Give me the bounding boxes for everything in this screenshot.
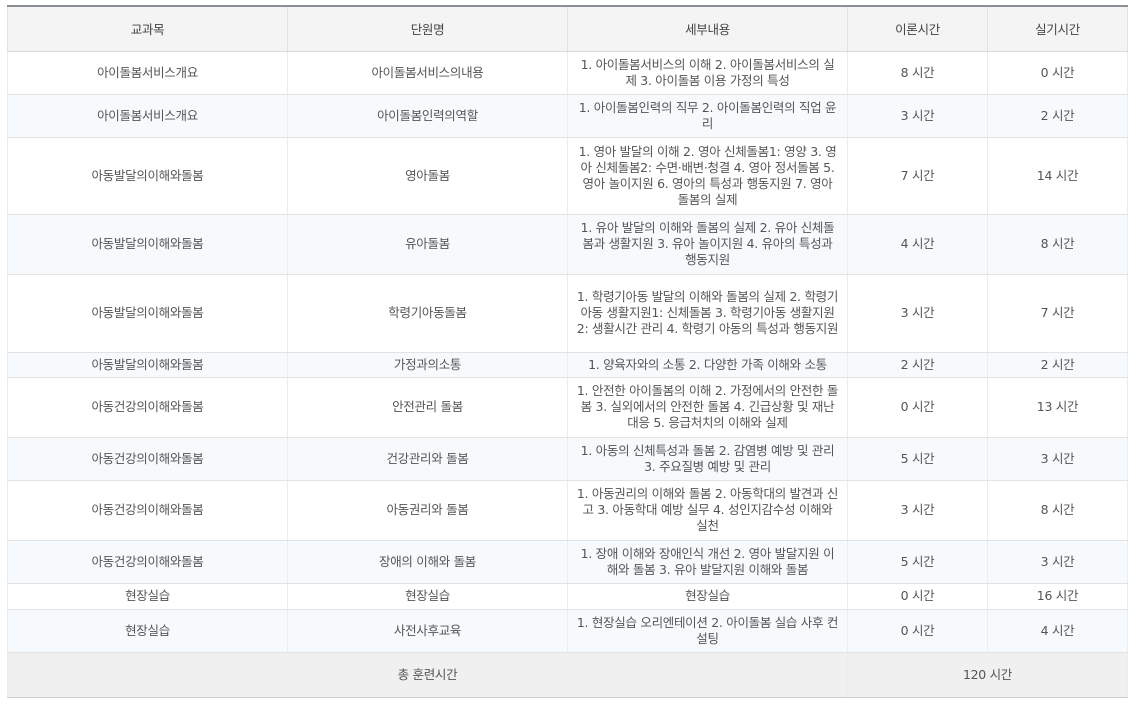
cell-subject: 아동발달의이해와돌봄 — [7, 214, 288, 275]
table-row: 현장실습 현장실습 현장실습 0 시간 16 시간 — [7, 583, 1128, 610]
table-row: 아동발달의이해와돌봄 가정과의소통 1. 양육자와의 소통 2. 다양한 가족 … — [7, 352, 1128, 378]
cell-subject: 아동건강의이해와돌봄 — [7, 540, 288, 584]
cell-detail: 1. 장애 이해와 장애인식 개선 2. 영아 발달지원 이해와 돌봄 3. 유… — [567, 540, 848, 584]
cell-practice-hours: 2 시간 — [987, 94, 1128, 138]
cell-theory-hours: 7 시간 — [847, 137, 988, 215]
cell-theory-hours: 3 시간 — [847, 480, 988, 541]
cell-theory-hours: 3 시간 — [847, 94, 988, 138]
cell-unit: 가정과의소통 — [287, 352, 568, 378]
table-row: 아동발달의이해와돌봄 유아돌봄 1. 유아 발달의 이해와 돌봄의 실제 2. … — [7, 214, 1128, 275]
table-row: 아동건강의이해와돌봄 건강관리와 돌봄 1. 아동의 신체특성과 돌봄 2. 감… — [7, 437, 1128, 481]
cell-detail: 1. 아동의 신체특성과 돌봄 2. 감염병 예방 및 관리 3. 주요질병 예… — [567, 437, 848, 481]
cell-detail: 1. 안전한 아이돌봄의 이해 2. 가정에서의 안전한 돌봄 3. 실외에서의… — [567, 377, 848, 438]
total-hours: 120 시간 — [847, 652, 1128, 698]
cell-unit: 학령기아동돌봄 — [287, 274, 568, 353]
cell-practice-hours: 16 시간 — [987, 583, 1128, 610]
cell-unit: 영아돌봄 — [287, 137, 568, 215]
cell-detail: 1. 학령기아동 발달의 이해와 돌봄의 실제 2. 학령기아동 생활지원1: … — [567, 274, 848, 353]
cell-theory-hours: 4 시간 — [847, 214, 988, 275]
cell-subject: 아동발달의이해와돌봄 — [7, 137, 288, 215]
cell-theory-hours: 0 시간 — [847, 583, 988, 610]
cell-practice-hours: 3 시간 — [987, 540, 1128, 584]
cell-theory-hours: 3 시간 — [847, 274, 988, 353]
table-row: 아동건강의이해와돌봄 장애의 이해와 돌봄 1. 장애 이해와 장애인식 개선 … — [7, 540, 1128, 584]
curriculum-table: 교과목 단원명 세부내용 이론시간 실기시간 아이돌봄서비스개요 아이돌봄서비스… — [7, 5, 1128, 698]
cell-subject: 현장실습 — [7, 583, 288, 610]
header-theory-hours: 이론시간 — [847, 5, 988, 52]
cell-unit: 아이돌봄인력의역할 — [287, 94, 568, 138]
cell-detail: 1. 아이돌봄인력의 직무 2. 아이돌봄인력의 직업 윤리 — [567, 94, 848, 138]
table-row: 아이돌봄서비스개요 아이돌봄인력의역할 1. 아이돌봄인력의 직무 2. 아이돌… — [7, 94, 1128, 138]
header-practice-hours: 실기시간 — [987, 5, 1128, 52]
cell-detail: 1. 현장실습 오리엔테이션 2. 아이돌봄 실습 사후 컨설팅 — [567, 609, 848, 653]
cell-subject: 아동건강의이해와돌봄 — [7, 377, 288, 438]
cell-subject: 아동건강의이해와돌봄 — [7, 437, 288, 481]
cell-theory-hours: 0 시간 — [847, 377, 988, 438]
cell-practice-hours: 4 시간 — [987, 609, 1128, 653]
header-detail: 세부내용 — [567, 5, 848, 52]
cell-subject: 아이돌봄서비스개요 — [7, 51, 288, 95]
cell-unit: 현장실습 — [287, 583, 568, 610]
cell-unit: 아동권리와 돌봄 — [287, 480, 568, 541]
cell-theory-hours: 8 시간 — [847, 51, 988, 95]
table-row: 아이돌봄서비스개요 아이돌봄서비스의내용 1. 아이돌봄서비스의 이해 2. 아… — [7, 51, 1128, 95]
cell-practice-hours: 7 시간 — [987, 274, 1128, 353]
cell-theory-hours: 5 시간 — [847, 540, 988, 584]
cell-practice-hours: 2 시간 — [987, 352, 1128, 378]
table-header-row: 교과목 단원명 세부내용 이론시간 실기시간 — [7, 5, 1128, 52]
cell-unit: 안전관리 돌봄 — [287, 377, 568, 438]
table-row: 현장실습 사전사후교육 1. 현장실습 오리엔테이션 2. 아이돌봄 실습 사후… — [7, 609, 1128, 653]
cell-practice-hours: 3 시간 — [987, 437, 1128, 481]
cell-unit: 장애의 이해와 돌봄 — [287, 540, 568, 584]
table-row: 아동건강의이해와돌봄 아동권리와 돌봄 1. 아동권리의 이해와 돌봄 2. 아… — [7, 480, 1128, 541]
cell-detail: 1. 영아 발달의 이해 2. 영아 신체돌봄1: 영양 3. 영아 신체돌봄2… — [567, 137, 848, 215]
cell-subject: 아동발달의이해와돌봄 — [7, 274, 288, 353]
cell-unit: 사전사후교육 — [287, 609, 568, 653]
cell-subject: 아이돌봄서비스개요 — [7, 94, 288, 138]
header-subject: 교과목 — [7, 5, 288, 52]
curriculum-table-container: 교과목 단원명 세부내용 이론시간 실기시간 아이돌봄서비스개요 아이돌봄서비스… — [7, 5, 1128, 698]
cell-subject: 아동발달의이해와돌봄 — [7, 352, 288, 378]
cell-theory-hours: 0 시간 — [847, 609, 988, 653]
total-row: 총 훈련시간 120 시간 — [7, 652, 1128, 698]
cell-practice-hours: 8 시간 — [987, 214, 1128, 275]
cell-theory-hours: 2 시간 — [847, 352, 988, 378]
cell-unit: 건강관리와 돌봄 — [287, 437, 568, 481]
cell-practice-hours: 13 시간 — [987, 377, 1128, 438]
cell-detail: 1. 양육자와의 소통 2. 다양한 가족 이해와 소통 — [567, 352, 848, 378]
table-row: 아동발달의이해와돌봄 학령기아동돌봄 1. 학령기아동 발달의 이해와 돌봄의 … — [7, 274, 1128, 353]
table-row: 아동발달의이해와돌봄 영아돌봄 1. 영아 발달의 이해 2. 영아 신체돌봄1… — [7, 137, 1128, 215]
cell-unit: 유아돌봄 — [287, 214, 568, 275]
header-unit: 단원명 — [287, 5, 568, 52]
cell-subject: 아동건강의이해와돌봄 — [7, 480, 288, 541]
cell-unit: 아이돌봄서비스의내용 — [287, 51, 568, 95]
total-label: 총 훈련시간 — [7, 652, 848, 698]
cell-detail: 1. 아동권리의 이해와 돌봄 2. 아동학대의 발견과 신고 3. 아동학대 … — [567, 480, 848, 541]
table-row: 아동건강의이해와돌봄 안전관리 돌봄 1. 안전한 아이돌봄의 이해 2. 가정… — [7, 377, 1128, 438]
cell-detail: 1. 아이돌봄서비스의 이해 2. 아이돌봄서비스의 실제 3. 아이돌봄 이용… — [567, 51, 848, 95]
cell-detail: 현장실습 — [567, 583, 848, 610]
cell-practice-hours: 0 시간 — [987, 51, 1128, 95]
cell-detail: 1. 유아 발달의 이해와 돌봄의 실제 2. 유아 신체돌봄과 생활지원 3.… — [567, 214, 848, 275]
cell-theory-hours: 5 시간 — [847, 437, 988, 481]
cell-practice-hours: 8 시간 — [987, 480, 1128, 541]
cell-practice-hours: 14 시간 — [987, 137, 1128, 215]
cell-subject: 현장실습 — [7, 609, 288, 653]
